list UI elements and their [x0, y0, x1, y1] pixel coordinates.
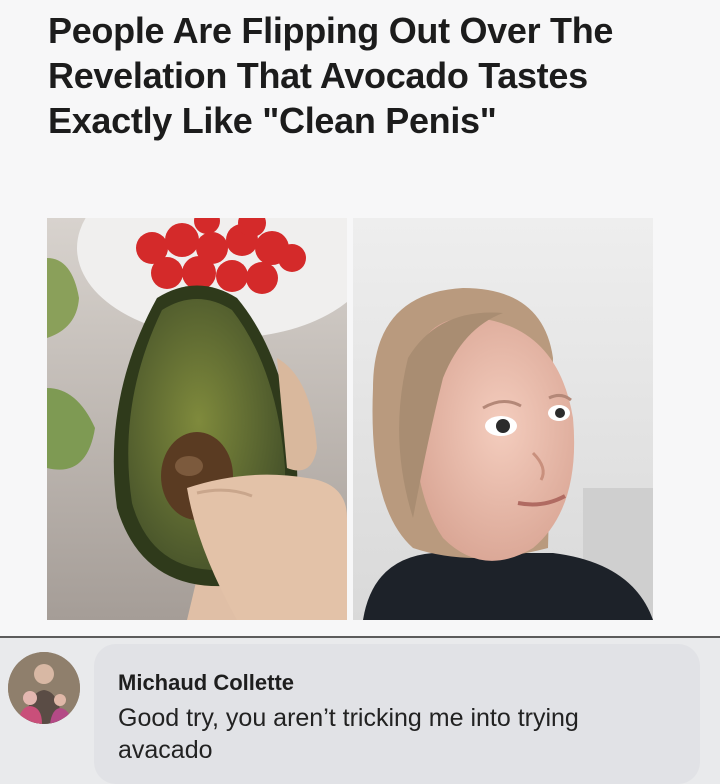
article-headline[interactable]: People Are Flipping Out Over The Revelat… — [48, 8, 648, 143]
comment-section: Michaud Collette Good try, you aren’t tr… — [0, 638, 720, 784]
avocado-photo — [47, 218, 347, 620]
avatar[interactable] — [8, 652, 80, 724]
woman-reaction-photo — [353, 218, 653, 620]
article-images — [47, 218, 653, 620]
comment-author[interactable]: Michaud Collette — [118, 670, 294, 696]
comment-bubble: Michaud Collette Good try, you aren’t tr… — [94, 644, 700, 784]
article-card[interactable]: People Are Flipping Out Over The Revelat… — [0, 0, 720, 638]
comment-text: Good try, you aren’t tricking me into tr… — [118, 704, 579, 764]
avatar-photo-icon — [8, 652, 80, 724]
